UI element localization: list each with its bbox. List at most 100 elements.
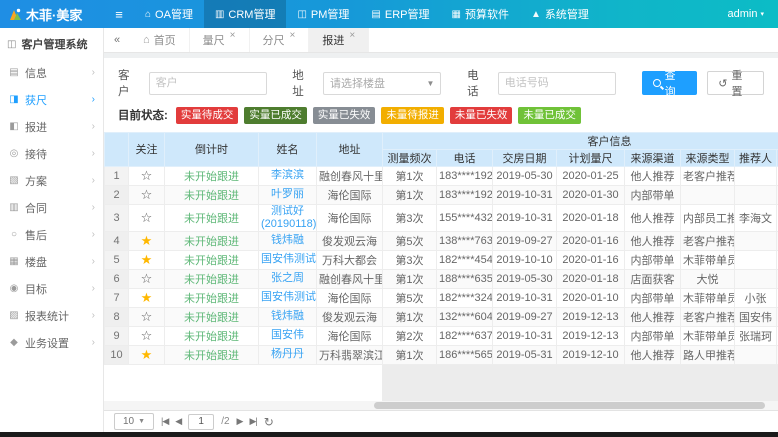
delivery-date-cell: 2019-10-31 (493, 185, 557, 204)
table-row: 2☆未开始跟进叶罗丽海伦国际第1次183****19212019-10-3120… (105, 185, 778, 204)
sidebar-item-方案[interactable]: ▧方案› (0, 167, 103, 194)
tab-bar: « ⌂首页量尺×分尺×报进× (104, 28, 778, 53)
refresh-icon[interactable]: ↻ (264, 415, 274, 429)
search-button[interactable]: 查询 (642, 71, 698, 95)
plan-measure-date-cell: 2020-01-30 (557, 185, 625, 204)
page-size-select[interactable]: 10 ▼ (114, 413, 154, 430)
customer-name-sub[interactable]: (20190118) (261, 218, 314, 231)
last-page-button[interactable]: ▶| (249, 416, 256, 427)
tab-首页[interactable]: ⌂首页 (130, 28, 190, 52)
sidebar-item-获尺[interactable]: ◨获尺› (0, 86, 103, 113)
source-channel-cell: 他人推荐 (625, 204, 681, 231)
nav-item-预算软件[interactable]: ▦预算软件 (441, 0, 520, 28)
tab-label: 量尺 (203, 32, 225, 48)
nav-item-OA管理[interactable]: ⌂OA管理 (134, 0, 204, 28)
sidebar-item-业务设置[interactable]: ◆业务设置› (0, 329, 103, 356)
plan-measure-date-cell: 2019-12-13 (557, 326, 625, 345)
star-outline-icon[interactable]: ☆ (141, 187, 153, 202)
customer-name-link[interactable]: 杨丹丹 (261, 348, 314, 361)
star-outline-icon[interactable]: ☆ (141, 328, 153, 343)
name-cell: 国安伟测试2 (259, 250, 317, 269)
close-icon[interactable]: × (349, 30, 355, 41)
nav-item-label: ERP管理 (385, 6, 430, 22)
sidebar-item-接待[interactable]: ◎接待› (0, 140, 103, 167)
customer-name-link[interactable]: 钱炜融 (261, 234, 314, 247)
nav-item-PM管理[interactable]: ◫PM管理 (286, 0, 360, 28)
sidebar-item-信息[interactable]: ▤信息› (0, 59, 103, 86)
collapse-tabs-icon[interactable]: « (104, 28, 130, 52)
customer-name-link[interactable]: 钱炜融 (261, 310, 314, 323)
row-index-cell: 8 (105, 307, 129, 326)
address-filter-label: 地址 (292, 67, 315, 99)
customer-name-link[interactable]: 国安伟测试 (261, 291, 314, 304)
sidebar-item-报进[interactable]: ◧报进› (0, 113, 103, 140)
referrer-cell (735, 166, 777, 185)
customer-name-link[interactable]: 测试好 (261, 205, 314, 218)
star-filled-icon[interactable]: ★ (141, 290, 153, 305)
star-filled-icon[interactable]: ★ (141, 233, 153, 248)
sidebar-item-目标[interactable]: ◉目标› (0, 275, 103, 302)
nav-item-ERP管理[interactable]: ▤ERP管理 (360, 0, 440, 28)
source-type-cell: 内部员工推荐 (681, 204, 735, 231)
address-select[interactable]: 请选择楼盘 ▼ (323, 72, 441, 95)
name-cell: 国安伟 (259, 326, 317, 345)
first-page-button[interactable]: |◀ (161, 416, 168, 427)
tab-报进[interactable]: 报进× (309, 28, 369, 52)
column-header-index (105, 132, 129, 166)
customer-filter-input[interactable] (149, 72, 267, 95)
status-badge: 实量待成交 (176, 107, 239, 124)
reset-button[interactable]: ↺ 重置 (707, 71, 764, 95)
phone-cell: 186****5656 (437, 345, 493, 364)
status-badge: 实量已失效 (313, 107, 376, 124)
star-filled-icon[interactable]: ★ (141, 347, 153, 362)
tab-量尺[interactable]: 量尺 × (190, 28, 250, 52)
address-cell: 俊发观云海 (317, 231, 383, 250)
prev-page-button[interactable]: ◀ (175, 416, 181, 427)
tab-分尺[interactable]: 分尺× (250, 28, 310, 52)
countdown-status: 未开始跟进 (184, 293, 239, 305)
sidebar-item-售后[interactable]: ○售后› (0, 221, 103, 248)
close-icon[interactable]: × (230, 30, 236, 41)
customer-name-link[interactable]: 国安伟 (261, 329, 314, 342)
delivery-date-cell: 2019-05-30 (493, 269, 557, 288)
phone-filter-input[interactable] (498, 72, 616, 95)
sidebar-item-label: 报进 (25, 119, 47, 135)
sidebar-item-合同[interactable]: ▥合同› (0, 194, 103, 221)
hamburger-menu-icon[interactable]: ≡ (104, 0, 134, 28)
brand-logo-text: 木菲·美家 (26, 5, 82, 24)
aftersale-icon: ○ (8, 229, 20, 240)
countdown-cell: 未开始跟进 (165, 204, 259, 231)
star-outline-icon[interactable]: ☆ (141, 210, 153, 225)
countdown-status: 未开始跟进 (184, 331, 239, 343)
countdown-status: 未开始跟进 (184, 255, 239, 267)
status-badge: 未量已成交 (518, 107, 581, 124)
table-row: 7★未开始跟进国安伟测试海伦国际第5次182****32452019-10-31… (105, 288, 778, 307)
customer-name-link[interactable]: 叶罗丽 (261, 188, 314, 201)
countdown-cell: 未开始跟进 (165, 288, 259, 307)
plan-measure-date-cell: 2020-01-18 (557, 269, 625, 288)
phone-cell: 188****6353 (437, 269, 493, 288)
referrer-cell (735, 269, 777, 288)
customer-name-link[interactable]: 李滨滨 (261, 169, 314, 182)
sidebar-item-楼盘[interactable]: ▦楼盘› (0, 248, 103, 275)
star-outline-icon[interactable]: ☆ (141, 168, 153, 183)
plan-measure-date-cell: 2019-12-13 (557, 307, 625, 326)
chevron-right-icon: › (92, 94, 95, 105)
table-row: 10★未开始跟进杨丹丹万科翡翠滨江第1次186****56562019-05-3… (105, 345, 778, 364)
page-number-input[interactable] (188, 414, 214, 430)
star-outline-icon[interactable]: ☆ (141, 309, 153, 324)
customer-name-link[interactable]: 国安伟测试2 (261, 253, 314, 266)
customer-name-link[interactable]: 张之周 (261, 272, 314, 285)
next-page-button[interactable]: ▶ (237, 416, 243, 427)
admin-user-menu[interactable]: admin ▾ (728, 0, 778, 28)
search-icon (653, 79, 661, 87)
close-icon[interactable]: × (290, 30, 296, 41)
settings-icon: ◆ (8, 337, 20, 348)
star-outline-icon[interactable]: ☆ (141, 271, 153, 286)
admin-label: admin (728, 8, 758, 20)
sidebar-item-报表统计[interactable]: ▨报表统计› (0, 302, 103, 329)
star-filled-icon[interactable]: ★ (141, 252, 153, 267)
nav-item-系统管理[interactable]: ▲系统管理 (520, 0, 600, 28)
nav-item-CRM管理[interactable]: ▥CRM管理 (204, 0, 287, 28)
horizontal-scrollbar-thumb[interactable] (374, 402, 765, 409)
